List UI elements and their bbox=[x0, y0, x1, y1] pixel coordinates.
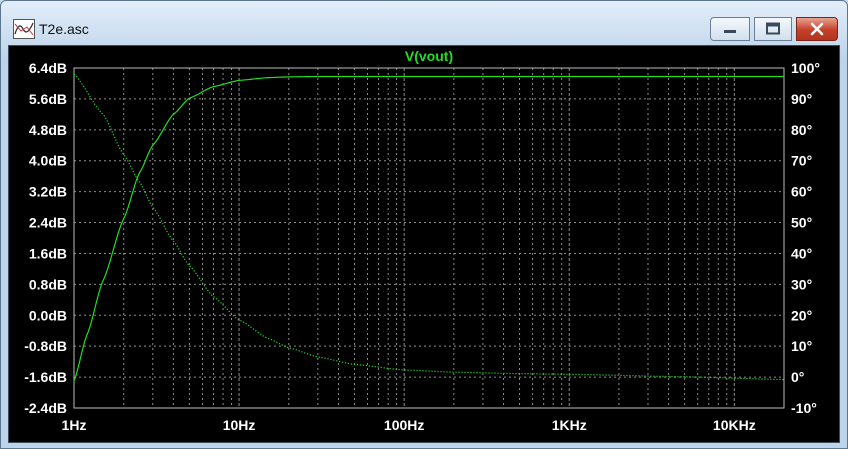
magnitude-trace bbox=[73, 75, 784, 382]
x-tick-label: 10KHz bbox=[713, 417, 756, 433]
waveform-plot-pane[interactable]: V(vout) 6.4dB 5.6dB 4.8dB 4.0dB 3.2dB 2.4dB 1.… bbox=[8, 45, 840, 443]
plot-grid bbox=[73, 67, 785, 409]
phase-trace bbox=[73, 73, 785, 381]
chart-title[interactable]: V(vout) bbox=[405, 48, 453, 64]
x-axis-labels: 1Hz 10Hz 100Hz 1KHz 10KHz bbox=[62, 417, 756, 433]
title-bar[interactable]: T2e.asc bbox=[1, 1, 847, 45]
maximize-button[interactable] bbox=[754, 17, 792, 41]
left-tick-label: 2.4dB bbox=[29, 215, 67, 231]
right-tick-label: 50° bbox=[791, 215, 812, 231]
minimize-button[interactable] bbox=[710, 17, 750, 41]
close-icon bbox=[810, 22, 824, 36]
minimize-icon bbox=[724, 30, 736, 33]
plot-border bbox=[73, 67, 785, 409]
right-tick-label: 0° bbox=[791, 369, 804, 385]
left-tick-label: -1.6dB bbox=[24, 369, 67, 385]
maximize-icon bbox=[766, 22, 780, 35]
bode-plot[interactable]: V(vout) 6.4dB 5.6dB 4.8dB 4.0dB 3.2dB 2.4dB 1.… bbox=[9, 46, 839, 442]
right-tick-label: 40° bbox=[791, 245, 812, 261]
left-tick-label: 0.0dB bbox=[29, 307, 67, 323]
left-tick-label: 6.4dB bbox=[29, 60, 67, 76]
left-tick-label: 5.6dB bbox=[29, 91, 67, 107]
right-tick-label: 80° bbox=[791, 122, 812, 138]
right-tick-label: 60° bbox=[791, 184, 812, 200]
x-tick-label: 10Hz bbox=[223, 417, 256, 433]
left-tick-label: -2.4dB bbox=[24, 400, 67, 416]
traces bbox=[73, 73, 785, 382]
close-button[interactable] bbox=[796, 17, 838, 41]
left-tick-label: 4.0dB bbox=[29, 153, 67, 169]
app-window: T2e.asc V(vout) 6.4dB 5.6dB 4.8dB 4.0dB 3.2d… bbox=[0, 0, 848, 449]
right-tick-label: 20° bbox=[791, 307, 812, 323]
left-tick-label: -0.8dB bbox=[24, 338, 67, 354]
left-axis-labels: 6.4dB 5.6dB 4.8dB 4.0dB 3.2dB 2.4dB 1.6dB 0.8dB… bbox=[24, 60, 67, 416]
right-tick-label: -10° bbox=[791, 400, 817, 416]
window-title: T2e.asc bbox=[39, 21, 89, 37]
right-tick-label: 100° bbox=[791, 60, 820, 76]
right-axis-labels: 100° 90° 80° 70° 60° 50° 40° 30° 20° 10° 0° -10° bbox=[791, 60, 820, 416]
x-tick-label: 100Hz bbox=[384, 417, 424, 433]
x-tick-label: 1Hz bbox=[62, 417, 87, 433]
left-tick-label: 4.8dB bbox=[29, 122, 67, 138]
right-tick-label: 30° bbox=[791, 276, 812, 292]
left-tick-label: 0.8dB bbox=[29, 276, 67, 292]
waveform-app-icon bbox=[13, 19, 35, 39]
left-tick-label: 3.2dB bbox=[29, 184, 67, 200]
right-tick-label: 10° bbox=[791, 338, 812, 354]
left-tick-label: 1.6dB bbox=[29, 245, 67, 261]
x-tick-label: 1KHz bbox=[552, 417, 587, 433]
right-tick-label: 70° bbox=[791, 153, 812, 169]
right-tick-label: 90° bbox=[791, 91, 812, 107]
